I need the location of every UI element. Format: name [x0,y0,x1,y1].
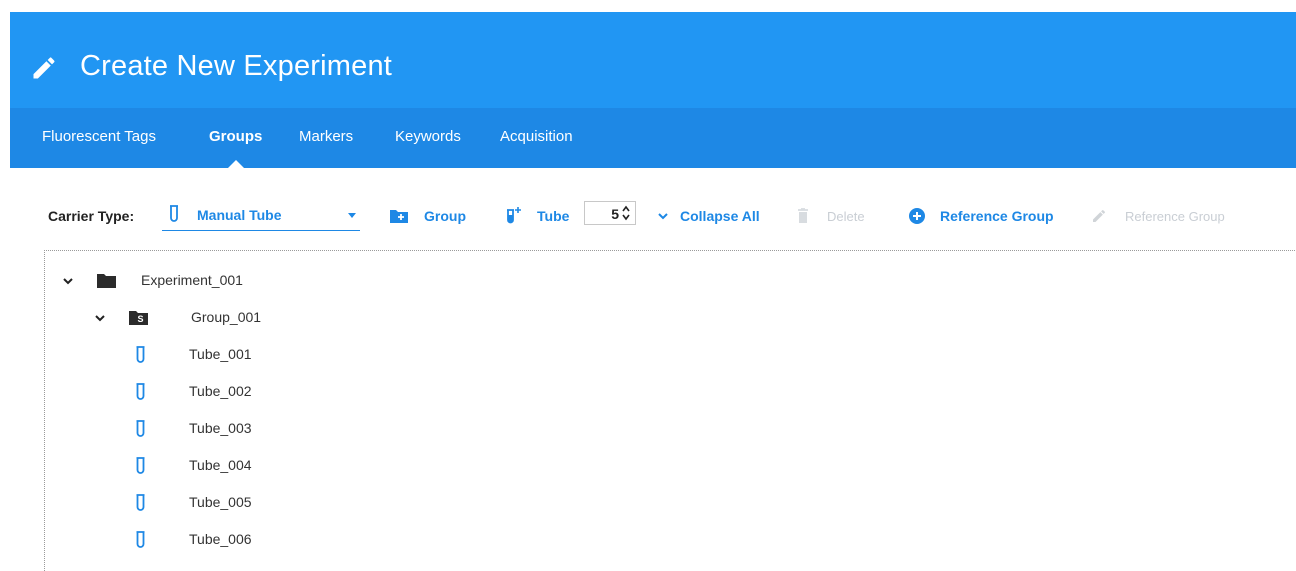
tree-node-label: Group_001 [191,309,262,325]
header-bar: Create New Experiment [10,12,1296,108]
tree-node-label: Tube_006 [189,531,252,547]
tree-node-experiment[interactable]: Experiment_001 [63,269,463,293]
tab-acquisition[interactable]: Acquisition [500,108,573,168]
tree-node-tube[interactable]: Tube_002 [135,380,435,404]
tab-markers[interactable]: Markers [299,108,353,168]
delete-label: Delete [827,208,865,224]
tube-icon [136,457,145,474]
group-badge: S [137,314,144,324]
tube-count-stepper[interactable]: 5 [584,201,636,225]
chevron-down-icon [658,213,668,220]
chevron-down-icon[interactable] [63,276,73,286]
tab-groups[interactable]: Groups [209,108,262,168]
folder-plus-icon [390,210,408,223]
tab-groups-label: Groups [209,128,263,145]
reference-group-button[interactable]: Reference Group [908,205,1054,227]
tree-node-label: Tube_001 [189,346,252,362]
collapse-all-button[interactable]: Collapse All [658,205,760,227]
tube-icon [170,205,178,222]
collapse-all-label: Collapse All [680,208,760,224]
active-tab-indicator [227,160,244,168]
add-group-label: Group [424,208,466,224]
tab-fluorescent-tags[interactable]: Fluorescent Tags [42,108,156,168]
folder-s-icon: S [129,311,148,325]
tree-node-label: Tube_005 [189,494,252,510]
pencil-icon [1093,209,1106,222]
plus-circle-icon [909,208,925,224]
add-group-button[interactable]: Group [390,205,466,227]
tree-node-tube[interactable]: Tube_006 [135,528,435,552]
delete-button[interactable]: Delete [797,205,865,227]
page-title: Create New Experiment [80,50,393,82]
tree-node-tube[interactable]: Tube_001 [135,343,435,367]
tree-node-tube[interactable]: Tube_003 [135,417,435,441]
tab-bar: Fluorescent Tags Groups Markers Keywords… [10,108,1296,168]
tree-node-label: Experiment_001 [141,272,243,288]
tube-count-value: 5 [611,206,619,222]
pencil-icon [33,57,55,79]
chevron-down-icon [348,213,356,218]
tree-node-label: Tube_003 [189,420,252,436]
tube-icon [136,346,145,363]
carrier-type-value: Manual Tube [197,207,282,223]
carrier-type-select[interactable]: Manual Tube [162,198,360,231]
reference-group-label: Reference Group [940,208,1054,224]
chevron-down-icon[interactable] [95,313,105,323]
tube-icon [136,531,145,548]
edit-reference-group-label: Reference Group [1125,208,1225,224]
add-tube-label: Tube [537,208,570,224]
toolbar: Carrier Type: Manual Tube Group Tube 5 C… [10,168,1296,250]
tab-keywords[interactable]: Keywords [395,108,461,168]
tree-node-group[interactable]: S Group_001 [95,306,495,330]
create-experiment-window: Create New Experiment Fluorescent Tags G… [10,12,1296,571]
tree-node-tube[interactable]: Tube_004 [135,454,435,478]
stepper-arrows-icon[interactable] [622,205,630,221]
tube-icon [136,383,145,400]
tree-node-tube[interactable]: Tube_005 [135,491,435,515]
add-tube-button[interactable]: Tube [506,205,569,227]
tube-icon [136,494,145,511]
tree-node-label: Tube_004 [189,457,252,473]
tube-icon [136,420,145,437]
trash-icon [798,208,808,223]
folder-icon [97,274,116,288]
tube-plus-icon [507,207,521,224]
tree-node-label: Tube_002 [189,383,252,399]
edit-reference-group-button[interactable]: Reference Group [1091,205,1225,227]
experiment-tree: Experiment_001 S Group_001 Tube_001 Tube… [44,250,1296,571]
carrier-type-label: Carrier Type: [48,208,135,224]
